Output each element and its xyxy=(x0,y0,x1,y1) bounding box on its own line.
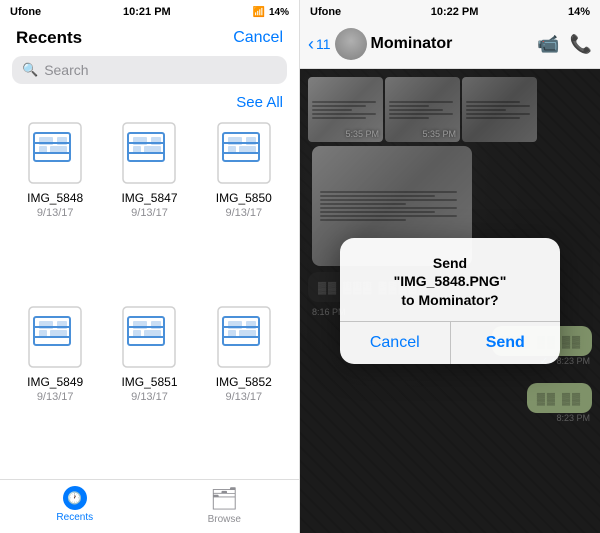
battery-right: 14% xyxy=(568,6,590,18)
file-item-5[interactable]: IMG_5851 9/13/17 xyxy=(106,303,192,479)
file-item-1[interactable]: IMG_5848 9/13/17 xyxy=(12,119,98,295)
file-name-5: IMG_5851 xyxy=(121,375,177,389)
file-icon-3 xyxy=(210,119,278,187)
back-count: 11 xyxy=(316,36,331,52)
dialog-cancel-button[interactable]: Cancel xyxy=(340,322,451,364)
tab-recents[interactable]: 🕐 Recents xyxy=(0,486,150,525)
dialog-title: Send "IMG_5848.PNG" to Mominator? xyxy=(356,254,544,309)
tab-browse[interactable]: 🗂 Browse xyxy=(150,486,300,525)
time-right: 10:22 PM xyxy=(431,6,479,18)
dialog-box: Send "IMG_5848.PNG" to Mominator? Cancel… xyxy=(340,238,560,364)
dialog-content: Send "IMG_5848.PNG" to Mominator? xyxy=(340,238,560,321)
search-icon: 🔍 xyxy=(22,62,38,78)
file-name-6: IMG_5852 xyxy=(216,375,272,389)
nav-bar-left: Recents Cancel xyxy=(0,22,299,56)
file-date-4: 9/13/17 xyxy=(37,391,74,403)
file-item-6[interactable]: IMG_5852 9/13/17 xyxy=(201,303,287,479)
chat-body: 5:35 PM 5:35 PM xyxy=(300,69,600,533)
phone-call-icon[interactable]: 📞 xyxy=(570,34,592,55)
file-date-2: 9/13/17 xyxy=(131,207,168,219)
carrier-left: Ufone xyxy=(10,6,41,18)
file-icon-5 xyxy=(115,303,183,371)
search-bar[interactable]: 🔍 Search xyxy=(12,56,287,84)
nav-title: Recents xyxy=(16,28,82,48)
right-panel: Ufone 10:22 PM 14% ‹ 11 Mominator 📹 📞 xyxy=(300,0,600,533)
status-bar-right: Ufone 10:22 PM 14% xyxy=(300,0,600,22)
dialog-buttons: Cancel Send xyxy=(340,322,560,364)
file-name-3: IMG_5850 xyxy=(216,191,272,205)
browse-icon: 🗂 xyxy=(210,486,238,512)
dialog-send-button[interactable]: Send xyxy=(451,322,561,364)
file-name-2: IMG_5847 xyxy=(121,191,177,205)
video-call-icon[interactable]: 📹 xyxy=(537,34,559,55)
file-icon-4 xyxy=(21,303,89,371)
file-icon-2 xyxy=(115,119,183,187)
cancel-button[interactable]: Cancel xyxy=(233,29,283,47)
tab-browse-label: Browse xyxy=(208,514,241,525)
file-date-6: 9/13/17 xyxy=(225,391,262,403)
file-item-2[interactable]: IMG_5847 9/13/17 xyxy=(106,119,192,295)
file-name-1: IMG_5848 xyxy=(27,191,83,205)
back-button[interactable]: ‹ 11 xyxy=(308,34,331,55)
search-placeholder: Search xyxy=(44,62,88,78)
left-panel: Ufone 10:21 PM 📶 14% Recents Cancel 🔍 Se… xyxy=(0,0,300,533)
see-all-row: See All xyxy=(0,92,299,119)
carrier-right: Ufone xyxy=(310,6,341,18)
dialog-overlay: Send "IMG_5848.PNG" to Mominator? Cancel… xyxy=(300,69,600,533)
back-chevron-icon: ‹ xyxy=(308,34,314,55)
avatar-image xyxy=(335,28,367,60)
chat-actions: 📹 📞 xyxy=(537,34,592,55)
chat-nav-bar: ‹ 11 Mominator 📹 📞 xyxy=(300,22,600,69)
file-icon-6 xyxy=(210,303,278,371)
file-date-5: 9/13/17 xyxy=(131,391,168,403)
file-icon-1 xyxy=(21,119,89,187)
avatar xyxy=(335,28,367,60)
file-date-1: 9/13/17 xyxy=(37,207,74,219)
recents-icon: 🕐 xyxy=(63,486,87,510)
tab-recents-label: Recents xyxy=(56,512,93,523)
battery-left: 📶 14% xyxy=(253,7,289,18)
file-name-4: IMG_5849 xyxy=(27,375,83,389)
file-item-4[interactable]: IMG_5849 9/13/17 xyxy=(12,303,98,479)
time-left: 10:21 PM xyxy=(123,6,171,18)
file-date-3: 9/13/17 xyxy=(225,207,262,219)
files-grid: IMG_5848 9/13/17 IMG_5847 9/13/17 xyxy=(0,119,299,479)
bottom-tabs: 🕐 Recents 🗂 Browse xyxy=(0,479,299,533)
status-bar-left: Ufone 10:21 PM 📶 14% xyxy=(0,0,299,22)
see-all-link[interactable]: See All xyxy=(236,94,283,111)
file-item-3[interactable]: IMG_5850 9/13/17 xyxy=(201,119,287,295)
chat-name: Mominator xyxy=(371,35,534,53)
